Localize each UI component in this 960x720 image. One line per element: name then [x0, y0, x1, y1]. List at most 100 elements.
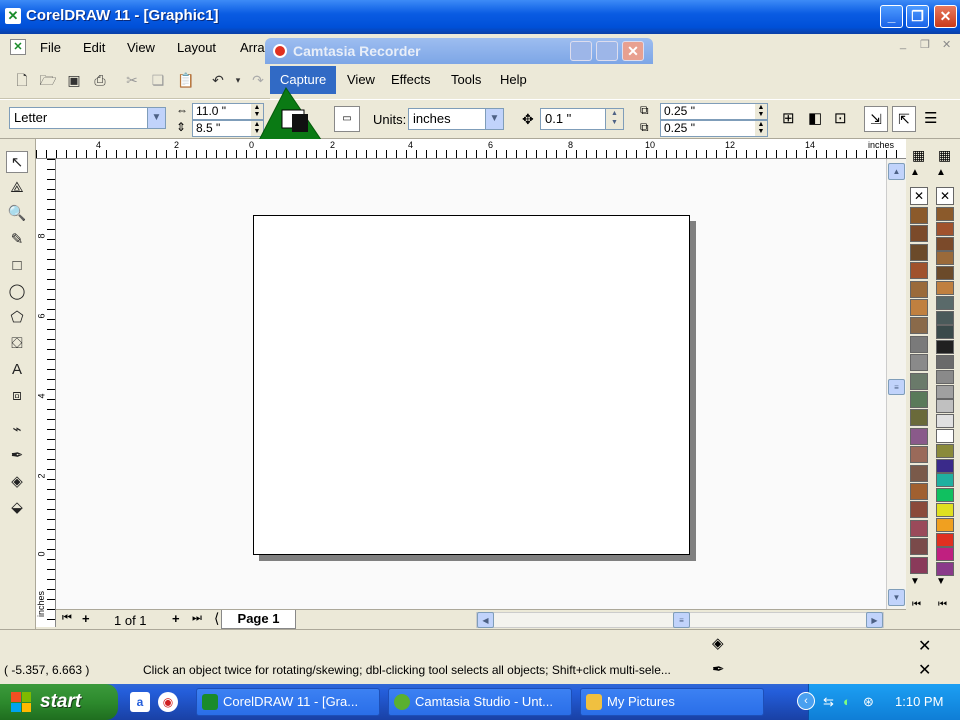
vscroll-thumb[interactable]: ≡ — [888, 379, 905, 395]
cut-icon[interactable]: ✂ — [122, 70, 142, 90]
fill-indicator-icon[interactable]: ◈ — [712, 634, 724, 652]
save-icon[interactable]: ▣ — [64, 70, 84, 90]
snap-guides-icon[interactable]: ◧ — [808, 109, 822, 127]
color-swatch[interactable] — [910, 391, 928, 408]
color-swatch[interactable] — [936, 488, 954, 503]
color-swatch[interactable] — [936, 384, 954, 399]
new-icon[interactable]: 🗋 — [12, 70, 32, 90]
palette-up-icon[interactable]: ▲ — [936, 167, 946, 178]
color-swatch[interactable] — [910, 280, 928, 298]
palette-down-icon[interactable]: ▼ — [910, 576, 920, 587]
treat-as-filled-icon[interactable]: ⇲ — [864, 106, 888, 132]
color-swatch[interactable] — [936, 325, 954, 340]
polygon-tool-icon[interactable]: ⬠ — [6, 307, 28, 329]
recorder-close-icon[interactable]: ✕ — [622, 41, 644, 61]
horizontal-ruler[interactable]: 4 2 0 2 4 6 8 10 12 14 inches — [36, 139, 906, 159]
color-swatch[interactable] — [910, 335, 928, 353]
security-icon[interactable]: ⊛ — [863, 694, 874, 710]
shape-tool-icon[interactable]: ⟁ — [6, 177, 28, 199]
rectangle-tool-icon[interactable]: □ — [6, 255, 28, 277]
scroll-right-icon[interactable]: ▶ — [866, 612, 883, 628]
tray-expand-icon[interactable]: ‹ — [797, 692, 815, 710]
color-swatch[interactable] — [936, 443, 954, 458]
dup-y-spinner-icon[interactable]: ▲ ▼ — [755, 121, 767, 136]
network-icon[interactable]: ⇆ — [823, 694, 834, 710]
landscape-icon[interactable]: ▭ — [334, 106, 360, 132]
color-swatch[interactable] — [910, 372, 928, 390]
grid-icon[interactable]: ⊞ — [782, 109, 795, 127]
palette-last-icon[interactable]: ⏮ — [938, 599, 947, 610]
paper-size-select[interactable]: Letter ▼ — [9, 107, 166, 129]
palette-options-icon[interactable]: ▦ — [938, 147, 951, 164]
color-swatch[interactable] — [936, 355, 954, 369]
fill-tool-icon[interactable]: ◈ — [6, 471, 28, 493]
color-swatch[interactable] — [910, 446, 928, 464]
task-coreldraw[interactable]: CorelDRAW 11 - [Gra... — [196, 688, 380, 716]
zoom-tool-icon[interactable]: 🔍 — [6, 203, 28, 225]
scroll-up-icon[interactable]: ▲ — [888, 163, 905, 180]
color-swatch[interactable] — [936, 251, 954, 266]
snap-objects-icon[interactable]: ⊡ — [834, 109, 847, 127]
palette-down-icon[interactable]: ▼ — [936, 576, 946, 587]
recorder-menu-effects[interactable]: Effects — [391, 72, 431, 87]
outline-indicator-icon[interactable]: ✒ — [712, 660, 725, 678]
color-swatch[interactable] — [910, 538, 928, 556]
color-swatch[interactable] — [936, 295, 954, 310]
doc-restore-icon[interactable]: ❐ — [920, 38, 930, 51]
horizontal-scrollbar[interactable]: ◀ ≡ ▶ — [476, 612, 884, 628]
quicklaunch-chrome-icon[interactable]: ◉ — [158, 692, 178, 712]
coreldraw-icon[interactable]: ✕ — [5, 8, 21, 24]
menu-layout[interactable]: Layout — [177, 40, 216, 55]
color-swatch[interactable] — [936, 473, 954, 488]
text-tool-icon[interactable]: A — [6, 359, 28, 381]
vertical-scrollbar[interactable]: ▲ ≡ ▼ — [886, 159, 906, 609]
nudge-field[interactable]: 0.1 " ▲ ▼ — [540, 108, 624, 130]
palette-menu-icon[interactable]: ▦ — [912, 147, 925, 164]
color-swatch[interactable] — [936, 562, 954, 577]
camtasia-tray-icon[interactable]: ◐ — [843, 694, 851, 709]
task-my-pictures[interactable]: My Pictures — [580, 688, 764, 716]
color-swatch[interactable] — [910, 299, 928, 316]
menu-arrange[interactable]: Arra — [240, 40, 265, 55]
copy-icon[interactable]: ❏ — [148, 70, 168, 90]
duplicate-x-field[interactable]: 0.25 " ▲ ▼ — [660, 103, 768, 120]
color-swatch[interactable] — [936, 266, 954, 281]
units-select[interactable]: inches ▼ — [408, 108, 504, 130]
outline-tool-icon[interactable]: ✒ — [6, 445, 28, 467]
page-tab-scroll-icon[interactable]: ⟨ — [214, 610, 219, 627]
print-icon[interactable]: ⎙ — [90, 70, 110, 90]
add-page-before-icon[interactable]: + — [82, 611, 90, 626]
interactive-blend-icon[interactable]: ⧈ — [6, 385, 28, 407]
color-swatch[interactable] — [910, 243, 928, 261]
recorder-minimize-icon[interactable] — [570, 41, 592, 61]
recorder-maximize-icon[interactable] — [596, 41, 618, 61]
color-swatch[interactable] — [936, 532, 954, 547]
color-swatch[interactable] — [936, 503, 954, 517]
hscroll-thumb[interactable]: ≡ — [673, 612, 690, 628]
color-swatch[interactable] — [936, 547, 954, 562]
chevron-down-icon[interactable]: ▼ — [147, 108, 165, 128]
color-swatch[interactable] — [936, 310, 954, 325]
recorder-menu-tools[interactable]: Tools — [451, 72, 481, 87]
color-swatch[interactable] — [936, 399, 954, 414]
color-swatch[interactable] — [936, 517, 954, 532]
color-swatch[interactable] — [910, 483, 928, 500]
vertical-ruler[interactable]: 8 6 4 2 0 inches — [36, 159, 56, 627]
color-swatch[interactable] — [910, 225, 928, 243]
basic-shapes-icon[interactable]: ⛋ — [6, 333, 28, 355]
color-swatch[interactable] — [936, 236, 954, 251]
last-page-icon[interactable]: ⏭ — [192, 612, 202, 625]
ellipse-tool-icon[interactable]: ◯ — [6, 281, 28, 303]
page-tab[interactable]: Page 1 — [221, 610, 296, 629]
menu-view[interactable]: View — [127, 40, 155, 55]
maximize-button[interactable]: ❐ — [906, 5, 929, 28]
color-swatch[interactable] — [936, 414, 954, 429]
dup-x-spinner-icon[interactable]: ▲ ▼ — [755, 104, 767, 119]
color-swatch[interactable] — [936, 207, 954, 221]
quicklaunch-a-icon[interactable]: a — [130, 692, 150, 712]
color-swatch[interactable] — [910, 317, 928, 335]
doc-minimize-icon[interactable]: _ — [900, 38, 906, 50]
color-swatch[interactable] — [910, 354, 928, 372]
color-swatch[interactable] — [910, 519, 928, 537]
minimize-button[interactable]: _ — [880, 5, 903, 28]
